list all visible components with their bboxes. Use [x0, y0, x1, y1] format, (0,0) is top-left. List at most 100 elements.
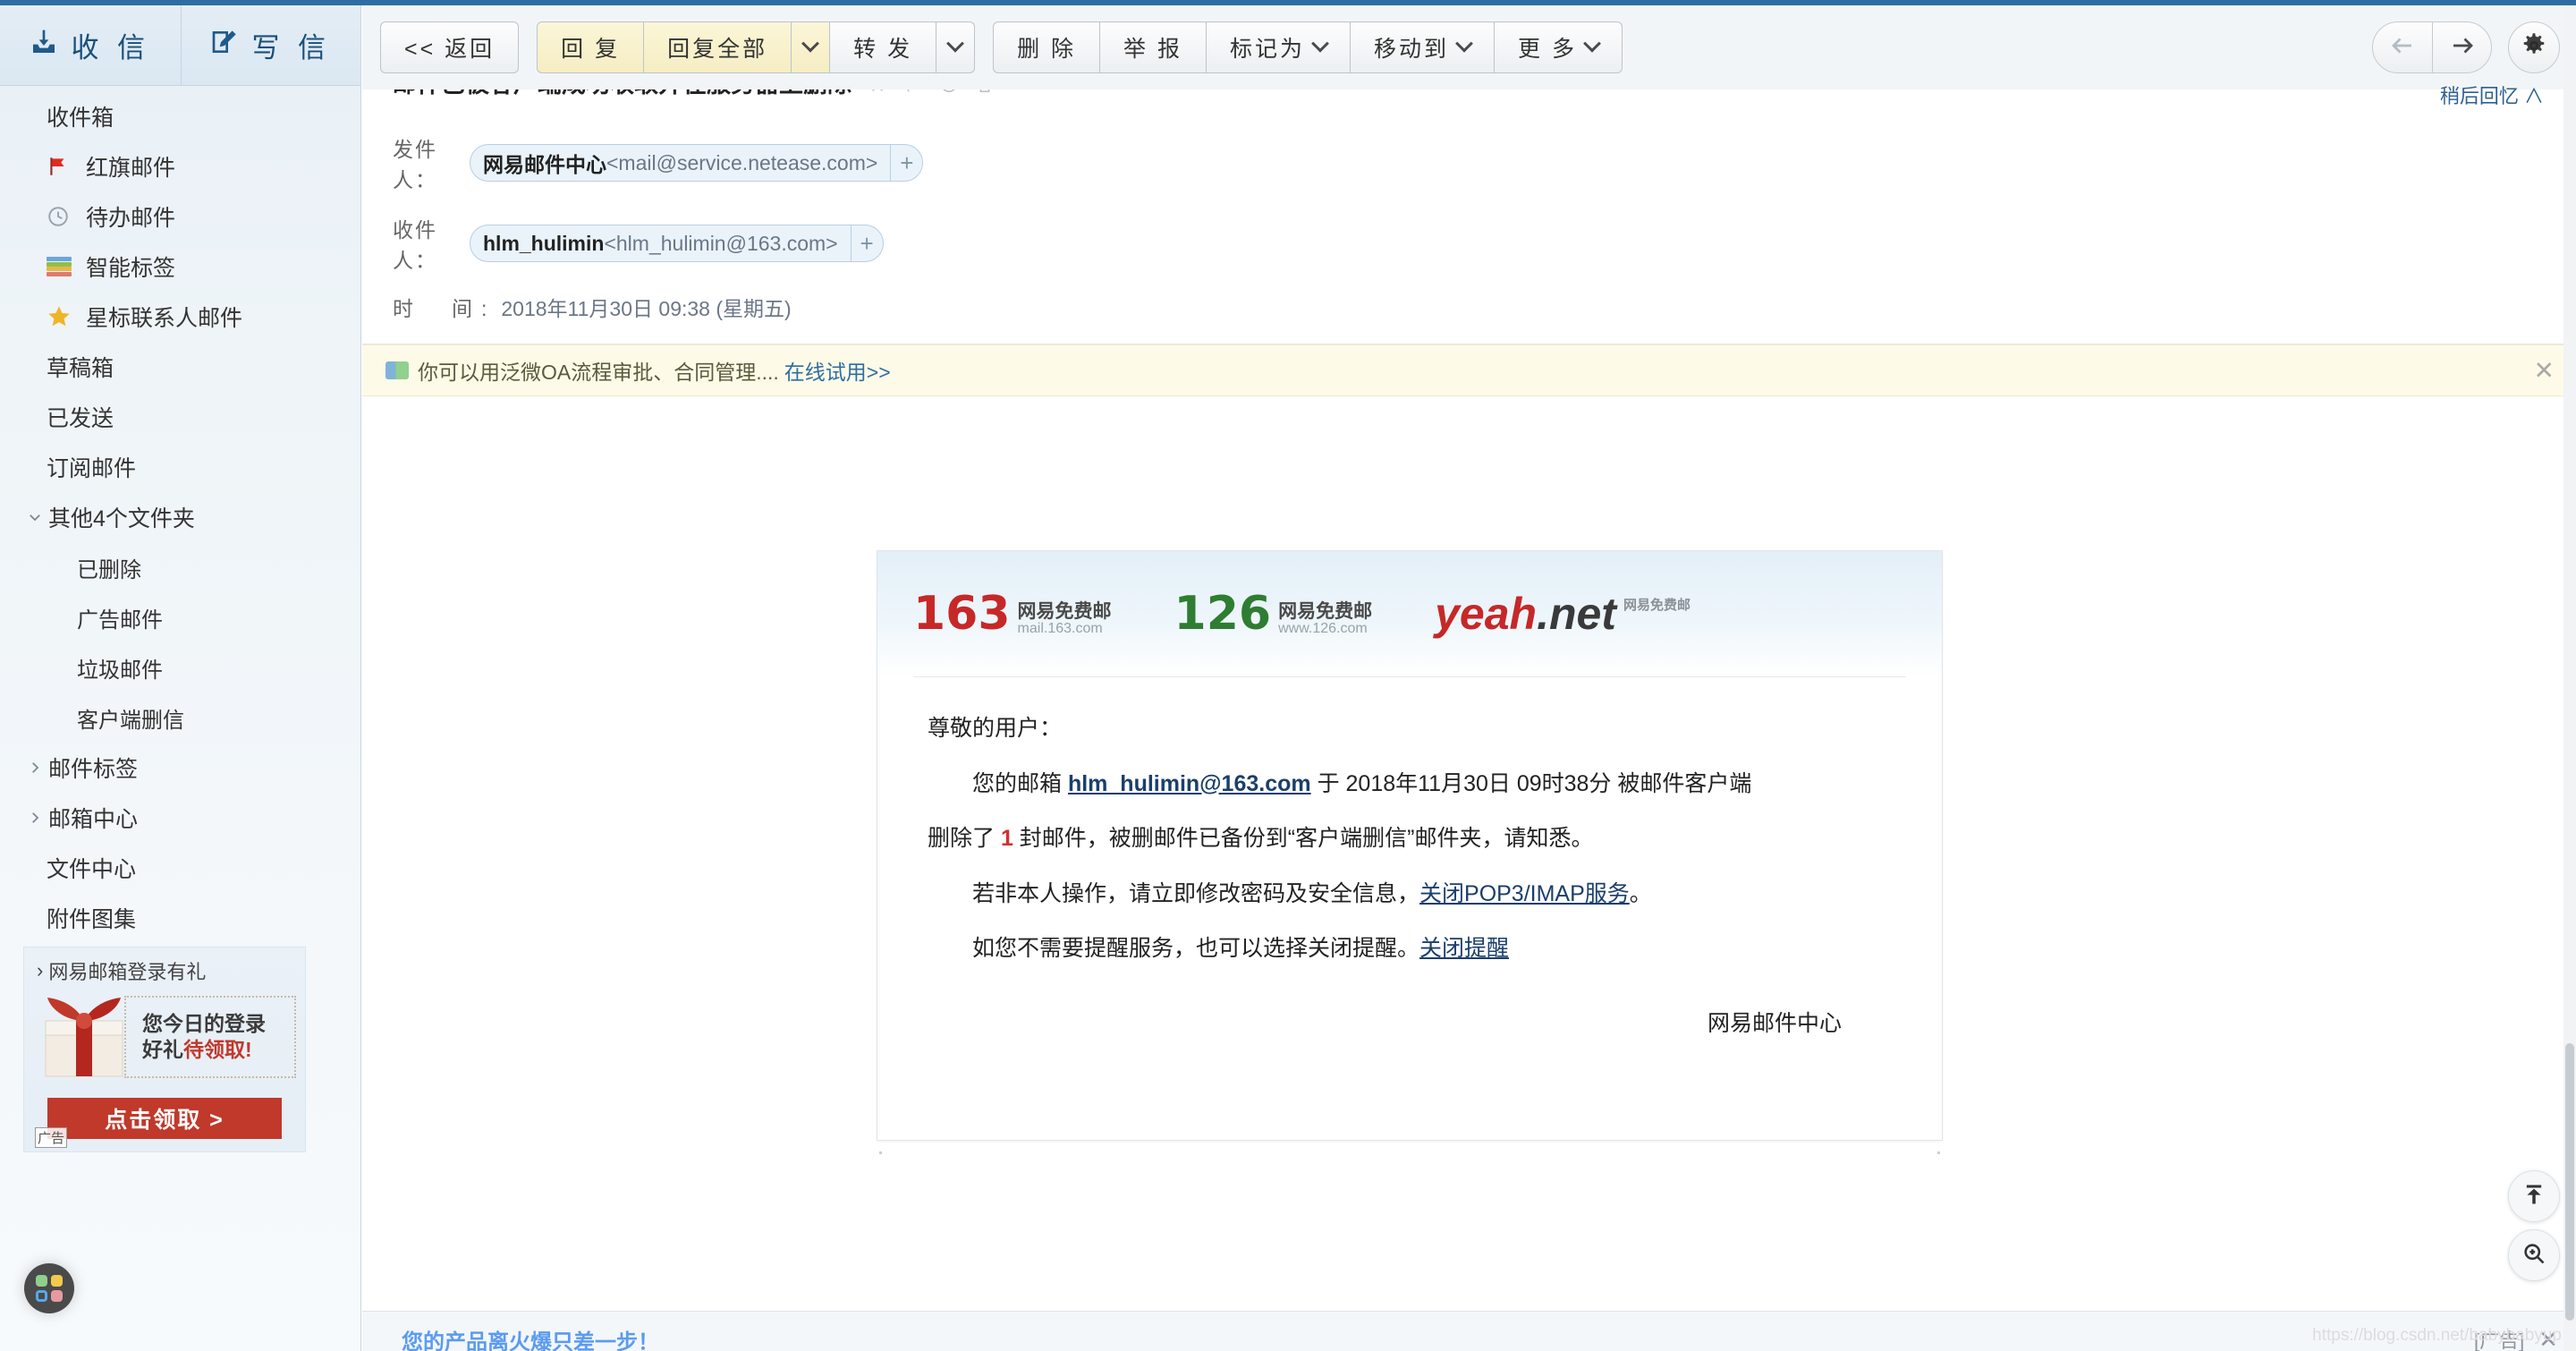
- delete-button[interactable]: 删 除: [993, 21, 1100, 73]
- watermark-text: https://blog.csdn.net/babybabyup: [2312, 1326, 2562, 1346]
- zoom-in-button[interactable]: [2508, 1229, 2560, 1281]
- sidebar-item-starred-contacts[interactable]: 星标联系人邮件: [0, 292, 360, 342]
- chevron-down-icon: [946, 35, 964, 53]
- sidebar-item-client-deleted[interactable]: 客户端删信: [0, 692, 360, 743]
- close-icon[interactable]: ✕: [2534, 356, 2555, 386]
- card-user-email-link[interactable]: hlm_hulimin@163.com: [1068, 771, 1311, 796]
- chevron-down-icon: [801, 35, 819, 53]
- mail-body: 163 网易免费邮 mail.163.com 126 网易免费邮 www.126…: [362, 396, 2576, 1311]
- logo-126-cn: 网易免费邮: [1278, 602, 1372, 622]
- scroll-to-top-button[interactable]: [2508, 1170, 2560, 1222]
- nav-back-button[interactable]: [2373, 22, 2432, 72]
- logo-163-number: 163: [913, 591, 1011, 637]
- add-recipient-contact-button[interactable]: +: [851, 225, 883, 261]
- floating-action-buttons: [2508, 1170, 2560, 1281]
- compose-mail-button[interactable]: 写 信: [181, 5, 361, 85]
- reply-dropdown-button[interactable]: [792, 21, 830, 73]
- sender-chip[interactable]: 网易邮件中心<mail@service.netease.com> +: [470, 144, 923, 182]
- sidebar-item-flagged[interactable]: 红旗邮件: [0, 141, 360, 191]
- time-row: 时 间: 2018年11月30日 09:38 (星期五): [393, 292, 2546, 322]
- sidebar-item-label: 邮箱中心: [48, 802, 138, 834]
- sidebar-item-todo[interactable]: 待办邮件: [0, 191, 360, 242]
- more-label: 更 多: [1518, 31, 1577, 64]
- move-to-button[interactable]: 移动到: [1351, 21, 1495, 73]
- sidebar-item-drafts[interactable]: 草稿箱: [0, 342, 360, 392]
- more-button[interactable]: 更 多: [1495, 21, 1623, 73]
- card-p1-post: 于 2018年11月30日 09时38分 被邮件客户端: [1311, 771, 1752, 796]
- promo-line-2-prefix: 好礼: [142, 1038, 183, 1061]
- card-paragraph-2: 删除了 1 封邮件，被删邮件已备份到“客户端删信”邮件夹，请知悉。: [928, 827, 1892, 852]
- sidebar-item-ad-mail[interactable]: 广告邮件: [0, 592, 360, 642]
- sender-label: 发件人：: [393, 132, 470, 193]
- printer-icon[interactable]: [975, 89, 995, 98]
- sidebar-promo-card[interactable]: › 网易邮箱登录有礼 您今日的登录: [23, 947, 306, 1152]
- chevron-down-icon: [1455, 35, 1473, 53]
- receive-mail-button[interactable]: 收 信: [0, 5, 181, 85]
- card-logo-bar: 163 网易免费邮 mail.163.com 126 网易免费邮 www.126…: [877, 551, 1942, 676]
- app-launcher-button[interactable]: [24, 1263, 74, 1313]
- sidebar-item-mailbox-center[interactable]: 邮箱中心: [0, 793, 360, 843]
- chevron-down-icon: [1583, 35, 1601, 53]
- card-p3-post: 。: [1630, 881, 1652, 906]
- sidebar-item-inbox[interactable]: 收件箱: [0, 91, 360, 141]
- clock-icon[interactable]: [939, 89, 959, 98]
- sidebar-item-label: 星标联系人邮件: [86, 301, 242, 333]
- reply-button[interactable]: 回 复: [537, 21, 644, 73]
- sidebar-item-label: 待办邮件: [86, 200, 175, 233]
- card-paragraph-3: 若非本人操作，请立即修改密码及安全信息，关闭POP3/IMAP服务。: [928, 882, 1892, 907]
- folder-list: 收件箱 红旗邮件 待办邮件 智能标签: [0, 86, 360, 943]
- mark-as-label: 标记为: [1230, 31, 1305, 64]
- compose-mail-label: 写 信: [251, 25, 331, 65]
- card-p1-pre: 您的邮箱: [972, 771, 1068, 796]
- forward-dropdown-button[interactable]: [936, 21, 975, 73]
- sidebar-item-label: 文件中心: [47, 852, 136, 884]
- mail-action-bar: 收 信 写 信: [0, 5, 360, 86]
- sidebar-item-subscriptions[interactable]: 订阅邮件: [0, 442, 360, 492]
- add-sender-contact-button[interactable]: +: [890, 145, 922, 181]
- nav-forward-button[interactable]: [2432, 22, 2491, 72]
- sidebar-item-deleted[interactable]: 已删除: [0, 542, 360, 592]
- recipient-chip[interactable]: hlm_hulimin<hlm_hulimin@163.com> +: [470, 225, 884, 262]
- scroll-to-top-icon: [2521, 1182, 2546, 1211]
- card-paragraph-4: 如您不需要提醒服务，也可以选择关闭提醒。关闭提醒: [928, 937, 1892, 962]
- sidebar-item-sent[interactable]: 已发送: [0, 392, 360, 442]
- forward-button[interactable]: 转 发: [830, 21, 936, 73]
- recall-later-link[interactable]: 稍后回忆 ∧: [2440, 89, 2544, 109]
- nav-pill: [2372, 21, 2492, 73]
- netease-notification-card: 163 网易免费邮 mail.163.com 126 网易免费邮 www.126…: [877, 550, 1943, 1141]
- card-p2-post: 封邮件，被删邮件已备份到“客户端删信”邮件夹，请知悉。: [1013, 826, 1594, 851]
- notice-try-online-link[interactable]: 在线试用>>: [784, 355, 891, 386]
- sidebar-item-other-folders[interactable]: 其他4个文件夹: [0, 492, 360, 542]
- close-reminder-link[interactable]: 关闭提醒: [1419, 936, 1509, 961]
- mail-subject: 邮件已被客户端成功收取并在服务器上删除: [393, 89, 852, 100]
- back-button[interactable]: << 返回: [380, 21, 519, 73]
- sidebar-item-label: 附件图集: [47, 902, 136, 934]
- mark-as-button[interactable]: 标记为: [1207, 21, 1351, 73]
- settings-button[interactable]: [2508, 21, 2560, 73]
- sidebar-item-spam[interactable]: 垃圾邮件: [0, 642, 360, 692]
- sidebar-item-smart-tags[interactable]: 智能标签: [0, 242, 360, 292]
- sidebar-item-label: 客户端删信: [77, 702, 184, 734]
- page-scrollbar[interactable]: [2563, 5, 2576, 1351]
- report-button[interactable]: 举 报: [1100, 21, 1207, 73]
- promo-title-row: › 网易邮箱登录有礼: [24, 947, 305, 989]
- close-pop3-imap-link[interactable]: 关闭POP3/IMAP服务: [1419, 881, 1630, 906]
- bottom-ad-bar[interactable]: 您的产品离火爆只差一步！ [广告] ✕: [362, 1311, 2576, 1351]
- scrollbar-thumb[interactable]: [2565, 1043, 2574, 1321]
- star-icon: [47, 303, 77, 330]
- sidebar-item-mail-tags[interactable]: 邮件标签: [0, 743, 360, 793]
- compose-pencil-icon: [210, 28, 239, 64]
- sidebar-item-label: 广告邮件: [77, 602, 163, 633]
- inbox-download-icon: [30, 28, 58, 64]
- promo-claim-button[interactable]: 点击领取 >: [47, 1098, 282, 1139]
- notice-text: 你可以用泛微OA流程审批、合同管理....: [418, 355, 779, 386]
- sidebar-item-attachment-gallery[interactable]: 附件图集: [0, 893, 360, 943]
- logo-163-url: mail.163.com: [1018, 622, 1112, 637]
- sidebar-item-label: 已删除: [77, 552, 141, 583]
- sidebar-item-file-center[interactable]: 文件中心: [0, 843, 360, 893]
- flag-icon[interactable]: [903, 89, 923, 98]
- promo-notice-bar: 你可以用泛微OA流程审批、合同管理.... 在线试用>> ✕: [362, 344, 2576, 396]
- marker-icon[interactable]: [868, 89, 887, 98]
- reply-all-button[interactable]: 回复全部: [644, 21, 792, 73]
- sidebar-item-label: 其他4个文件夹: [48, 501, 195, 533]
